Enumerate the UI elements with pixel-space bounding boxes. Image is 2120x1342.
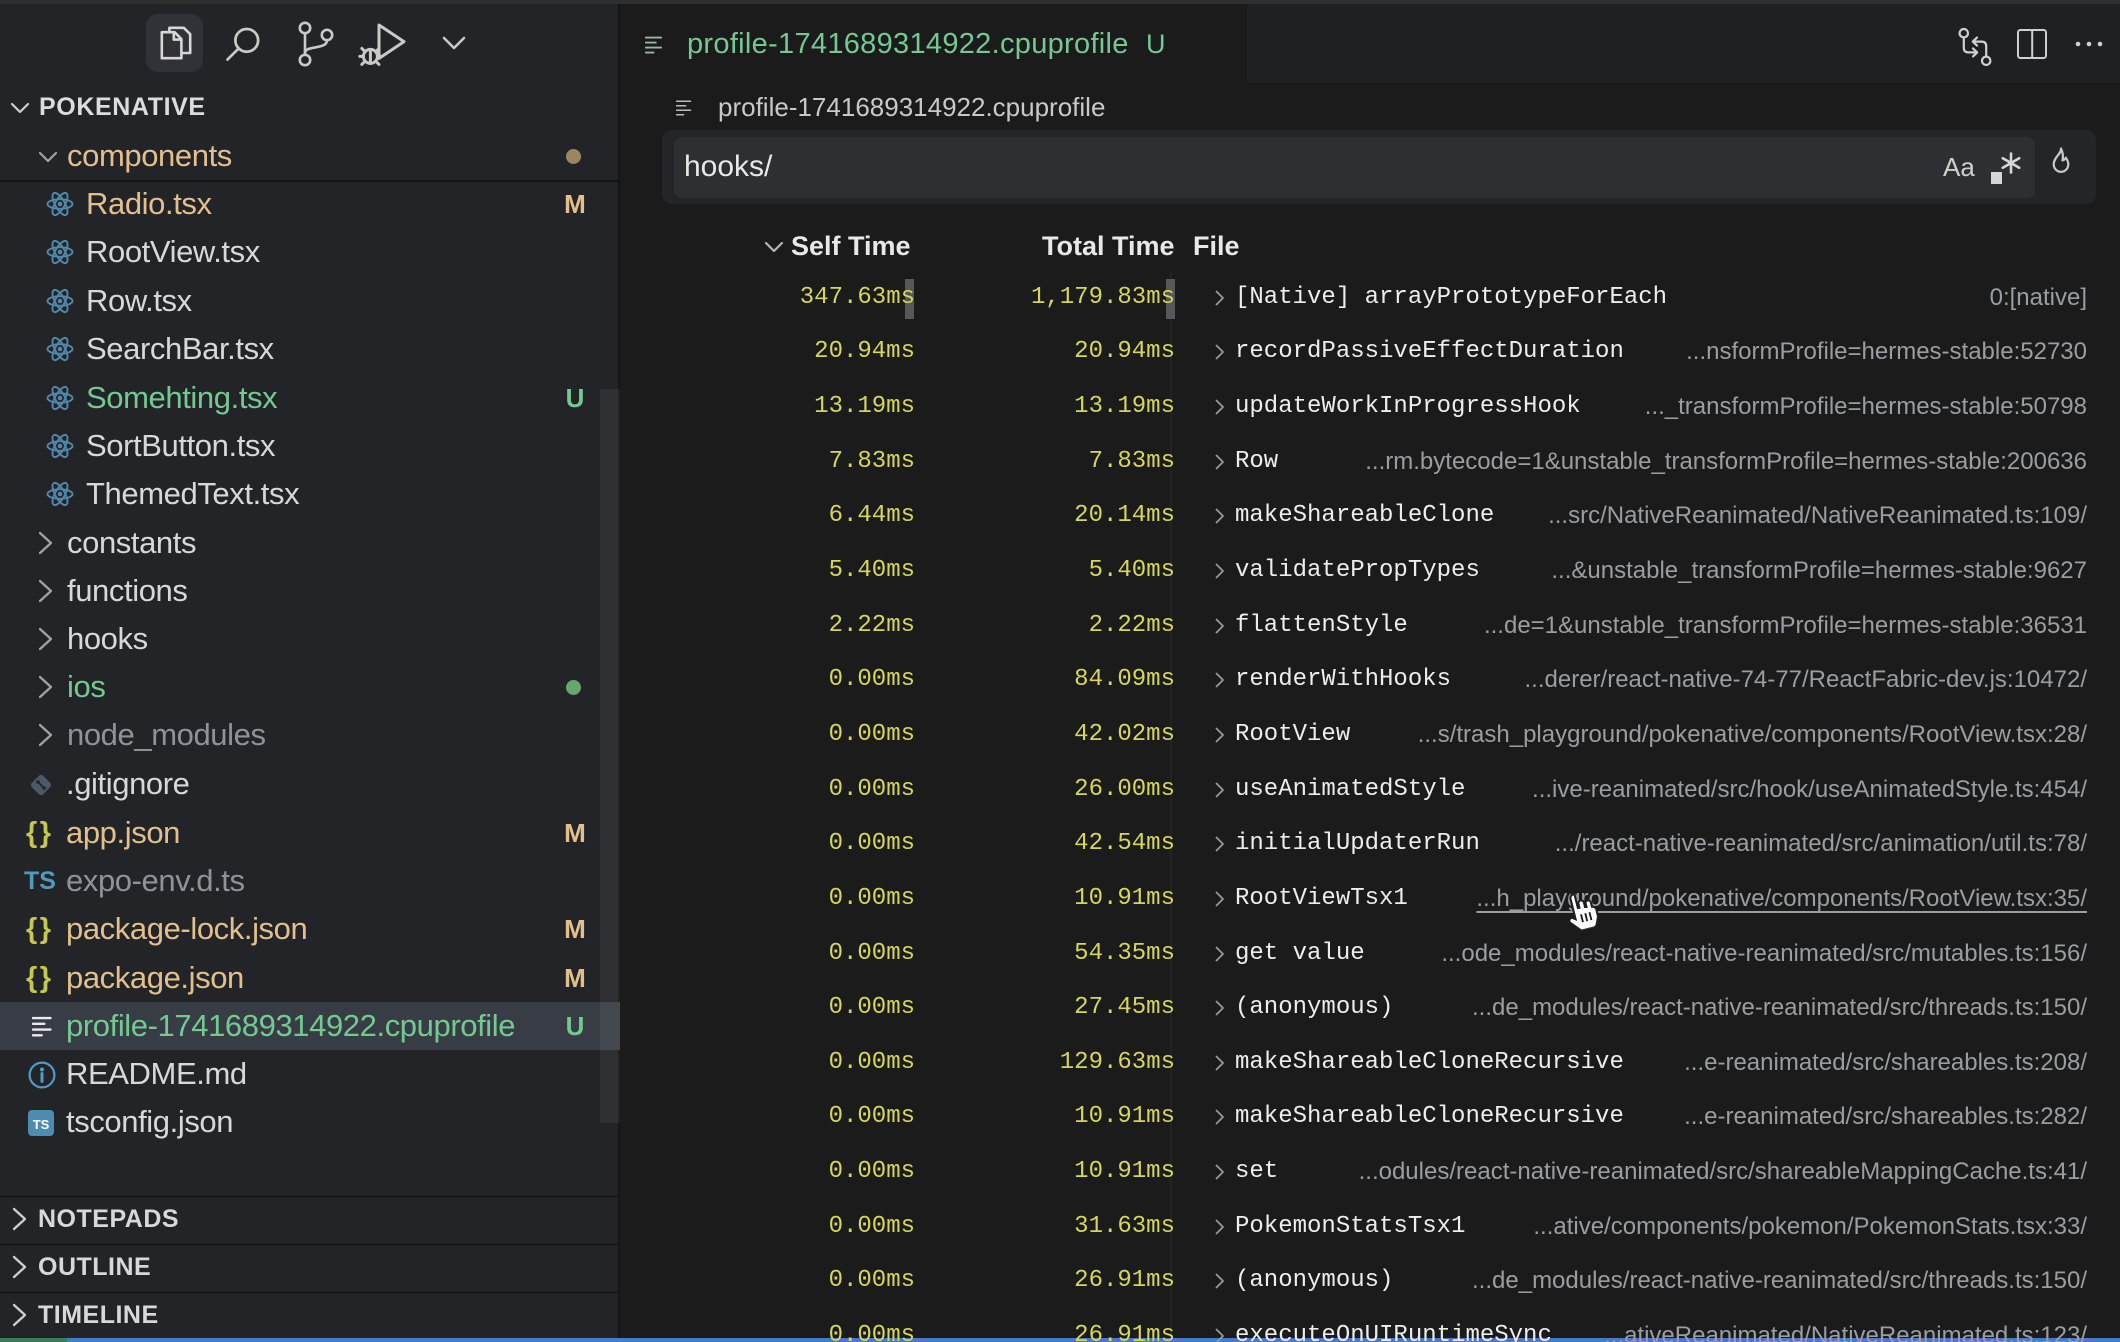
svg-text:TS: TS xyxy=(33,1117,50,1132)
